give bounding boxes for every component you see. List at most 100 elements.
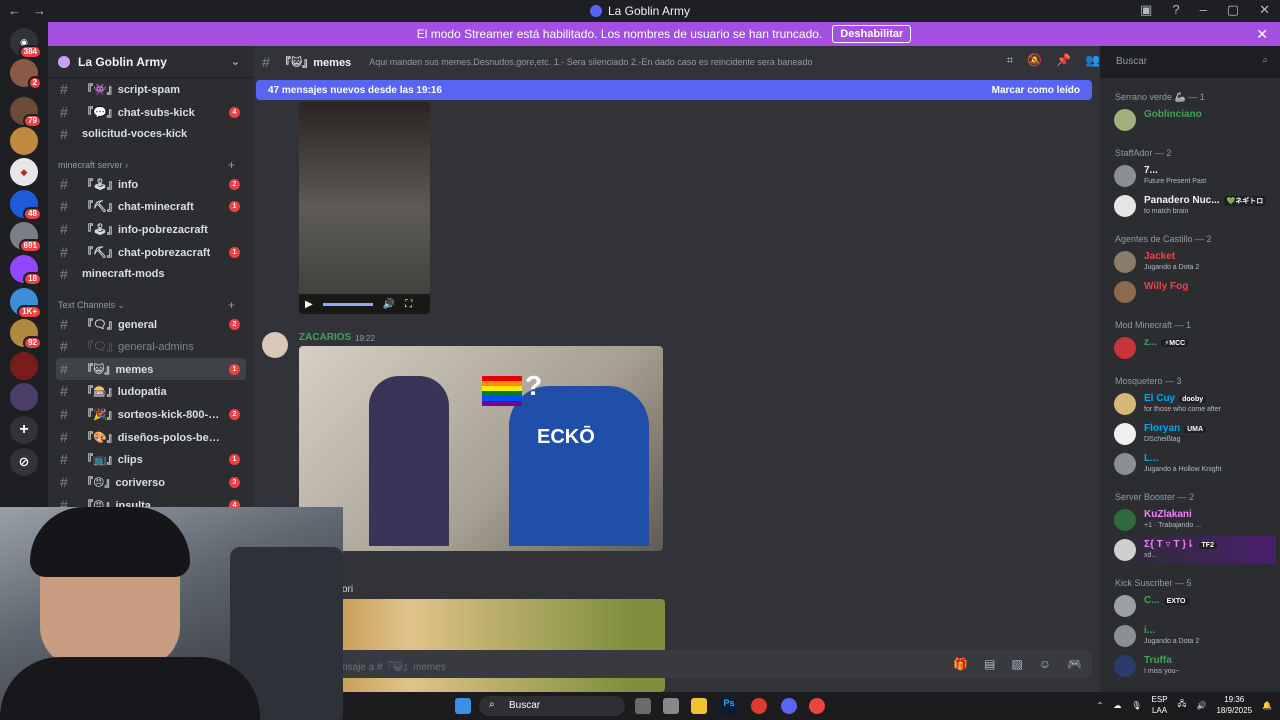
forward-arrow-icon[interactable]: →: [33, 3, 46, 18]
member-item[interactable]: Goblinciano: [1114, 106, 1276, 134]
server-icon[interactable]: [10, 127, 38, 155]
server-icon[interactable]: 92: [10, 319, 42, 350]
file-explorer-icon[interactable]: [691, 698, 707, 714]
notification-icon[interactable]: 🔔: [1262, 701, 1272, 710]
volume-icon[interactable]: 🔊: [383, 299, 395, 310]
app-icon[interactable]: [663, 698, 679, 714]
app-icon[interactable]: [809, 698, 825, 714]
members-icon[interactable]: 👥: [1085, 53, 1100, 68]
taskbar-search[interactable]: ⌕ Buscar: [479, 696, 625, 716]
member-item[interactable]: 7... Future Present Past: [1114, 162, 1276, 190]
volume-slider[interactable]: [322, 302, 373, 306]
message-author[interactable]: ZACARIOS: [299, 332, 351, 343]
channel-topic[interactable]: Aqui manden sus memes.Desnudos,gore,etc.…: [369, 57, 819, 67]
start-icon[interactable]: [455, 698, 471, 714]
mic-icon[interactable]: 🎙: [1131, 701, 1141, 710]
fullscreen-icon[interactable]: ⛶: [405, 299, 412, 310]
twitch-server-icon[interactable]: 18: [10, 255, 42, 286]
channel-item[interactable]: # 『👾』script-spam: [56, 78, 246, 100]
server-icon[interactable]: 2: [10, 59, 42, 90]
channel-item[interactable]: # 『😠』coriverso 3: [56, 471, 246, 493]
close-window-button[interactable]: ✕: [1259, 2, 1270, 18]
server-icon[interactable]: [10, 383, 38, 411]
channel-item[interactable]: # 『🎉』sorteos-kick-800-s... 2: [56, 403, 246, 425]
channel-item[interactable]: # 『🕹』info 2: [56, 173, 246, 195]
avatar: [1114, 595, 1136, 617]
video-attachment[interactable]: ▶ 🔊 ⛶: [299, 102, 430, 314]
member-item[interactable]: L... Jugando a Hollow Knight: [1114, 450, 1276, 478]
maximize-button[interactable]: ▢: [1227, 2, 1239, 18]
channel-item[interactable]: # 『⛏』chat-minecraft 1: [56, 195, 246, 217]
chevron-up-icon[interactable]: ⌃: [1097, 701, 1104, 710]
member-item[interactable]: z... ⚡MCC: [1114, 334, 1276, 362]
member-item[interactable]: Jacket Jugando a Dota 2: [1114, 248, 1276, 276]
member-item[interactable]: Willy Fog: [1114, 278, 1276, 306]
discord-taskbar-icon[interactable]: [781, 698, 797, 714]
member-item[interactable]: Floryan UMA DScheißtag: [1114, 420, 1276, 448]
channel-item[interactable]: #『🎨』diseños-polos-beluga-ar...: [56, 426, 246, 448]
image-attachment[interactable]: ? ECKŌ: [299, 346, 663, 551]
server-icon[interactable]: [10, 352, 38, 380]
member-item[interactable]: Truffa I miss you~: [1114, 652, 1276, 680]
help-icon[interactable]: ?: [1172, 2, 1179, 18]
threads-icon[interactable]: ⌗: [1006, 53, 1013, 68]
message-input[interactable]: nsaje a #『😺』memes 🎁 ▤ ▨ ☺ 🎮: [262, 650, 1092, 678]
channel-item[interactable]: # 『📺』clips 1: [56, 448, 246, 470]
search-input[interactable]: Buscar ⌕: [1108, 52, 1274, 72]
member-item[interactable]: i... Jugando a Dota 2: [1114, 622, 1276, 650]
add-channel-icon[interactable]: +: [228, 298, 235, 312]
server-icon[interactable]: 48: [10, 190, 42, 221]
server-icon[interactable]: ◆: [10, 158, 38, 186]
volume-icon[interactable]: 🔊: [1196, 701, 1206, 710]
channel-item[interactable]: # 『🗨』general-admins: [56, 335, 246, 357]
close-icon[interactable]: ✕: [1256, 26, 1268, 43]
gift-icon[interactable]: 🎁: [953, 657, 968, 671]
add-channel-icon[interactable]: +: [228, 158, 235, 172]
member-item[interactable]: C... EXTO: [1114, 592, 1276, 620]
photoshop-icon[interactable]: Ps: [721, 698, 737, 714]
channel-item[interactable]: # 『⛏』chat-pobrezacraft 1: [56, 241, 246, 263]
channel-item[interactable]: # solicitud-voces-kick: [56, 123, 246, 145]
sticker-icon[interactable]: ▨: [1011, 657, 1022, 671]
mark-read-button[interactable]: Marcar como leído: [992, 85, 1080, 96]
member-item[interactable]: KuZlakani +1 · Trabajando ...: [1114, 506, 1276, 534]
minimize-button[interactable]: –: [1200, 2, 1207, 18]
chevron-down-icon[interactable]: ⌄: [231, 55, 240, 68]
network-icon[interactable]: 🖧: [1178, 698, 1187, 712]
language-indicator[interactable]: ESP LAA: [1152, 694, 1168, 716]
mute-bell-icon[interactable]: 🔕: [1027, 53, 1042, 68]
activities-icon[interactable]: 🎮: [1067, 657, 1082, 671]
add-server-icon[interactable]: +: [10, 416, 38, 444]
avatar[interactable]: [262, 332, 288, 358]
member-item[interactable]: El Cuy dooby for those who come after: [1114, 390, 1276, 418]
server-icon[interactable]: 79: [10, 97, 42, 128]
channel-item[interactable]: # 『🎰』ludopatia: [56, 380, 246, 402]
channel-item[interactable]: # 『🗨』general 2: [56, 313, 246, 335]
channel-item[interactable]: # 『💬』chat-subs-kick 4: [56, 101, 246, 123]
gif-icon[interactable]: ▤: [984, 657, 995, 671]
server-icon[interactable]: 1K+: [10, 288, 42, 319]
inbox-icon[interactable]: ▣: [1140, 2, 1152, 18]
category-text-channels[interactable]: Text Channels ⌄ +: [58, 298, 235, 312]
play-icon[interactable]: ▶: [305, 299, 313, 310]
disable-streamer-button[interactable]: Deshabilitar: [832, 25, 912, 43]
pin-icon[interactable]: 📌: [1056, 53, 1071, 68]
member-item[interactable]: Panadero Nuc... 💚ネギトロ to match brain: [1114, 192, 1276, 220]
new-messages-bar[interactable]: 47 mensajes nuevos desde las 19:16 Marca…: [256, 80, 1092, 100]
discord-home-icon[interactable]: ◉ 384: [10, 28, 42, 59]
chrome-icon[interactable]: [751, 698, 767, 714]
server-header[interactable]: La Goblin Army ⌄: [48, 46, 254, 78]
clock[interactable]: 19:36 18/9/2025: [1216, 694, 1252, 716]
channel-item-active[interactable]: # 『😺』memes 1: [56, 358, 246, 380]
cloud-icon[interactable]: ☁: [1113, 701, 1121, 710]
back-arrow-icon[interactable]: ←: [8, 3, 21, 18]
discover-icon[interactable]: ⊘: [10, 448, 38, 476]
category-minecraft[interactable]: minecraft server › +: [58, 158, 235, 172]
task-view-icon[interactable]: [635, 698, 651, 714]
channel-item[interactable]: # minecraft-mods: [56, 263, 246, 285]
channel-item[interactable]: # 『🕹』info-pobrezacraft: [56, 218, 246, 240]
image-attachment[interactable]: [299, 599, 665, 692]
server-icon[interactable]: 691: [10, 222, 42, 253]
emoji-icon[interactable]: ☺: [1039, 657, 1051, 671]
member-item[interactable]: Σ{ T ▿ T }⇂ TF2 xd...: [1114, 536, 1276, 564]
